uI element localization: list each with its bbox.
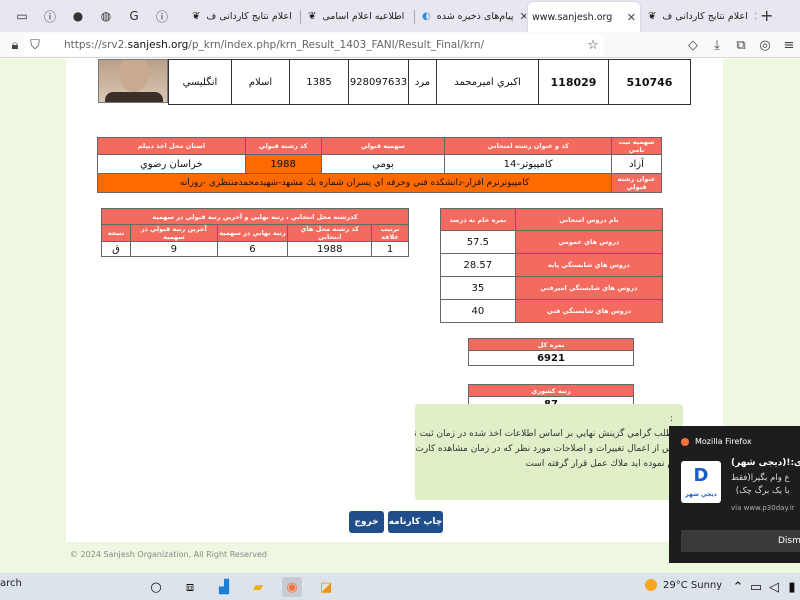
info-icon[interactable]: ⓘ bbox=[40, 6, 60, 26]
close-icon[interactable]: ✕ bbox=[754, 10, 756, 23]
github-icon[interactable]: ● bbox=[68, 6, 88, 26]
weather-widget[interactable]: 29°C Sunny bbox=[645, 579, 722, 591]
tab-divider bbox=[414, 10, 415, 24]
choices-table: كدرشته محل انتخابي ، رتبه نهايي و آخرين … bbox=[101, 208, 409, 257]
table-row: 57.5 دروس هاي عمومي bbox=[440, 230, 664, 254]
volume-icon[interactable]: ◁ bbox=[764, 577, 784, 597]
close-icon[interactable]: ✕ bbox=[627, 11, 636, 24]
network-icon[interactable]: ▭ bbox=[746, 577, 766, 597]
notice-box: : طلب گرامي گزينش نهايي بر اساس اطلاعات … bbox=[415, 404, 683, 500]
tray-chevron-icon[interactable]: ⌃ bbox=[728, 577, 748, 597]
new-tab-icon[interactable]: + bbox=[760, 6, 773, 25]
info-icon-2[interactable]: ⓘ bbox=[152, 6, 172, 26]
close-icon[interactable]: ✕ bbox=[520, 10, 526, 23]
url-text[interactable]: https://srv2.sanjesh.org/p_krn/index.php… bbox=[64, 39, 484, 51]
firefox-taskbar-icon[interactable]: ◉ bbox=[282, 577, 302, 597]
start-circle-icon[interactable]: ○ bbox=[146, 577, 166, 597]
copyright: © 2024 Sanjesh Organization, All Right R… bbox=[70, 550, 267, 559]
sanjesh-icon: ❦ bbox=[192, 10, 201, 22]
total-score-box: نمره كل 6921 bbox=[468, 338, 634, 366]
taskbar: arch ○ ⧈ ▟ ▰ ◉ ◪ 29°C Sunny ⌃ ▭ ◁ ▮ bbox=[0, 573, 800, 600]
tab-results-2[interactable]: ❦ اعلام نتايج كاردانى ف ✕ bbox=[644, 4, 756, 28]
firefox-view-icon[interactable]: ▭ bbox=[12, 6, 32, 26]
dismiss-button[interactable]: Dism bbox=[681, 530, 800, 552]
firefox-notification[interactable]: Mozilla Firefox D ديجي شهر ری:!(دیجی شهر… bbox=[669, 426, 800, 563]
personal-info-table: انگليسي اسلام 1385 928097633 مرد اكبري ا… bbox=[168, 59, 691, 105]
menu-icon[interactable]: ≡ bbox=[780, 36, 798, 54]
sun-icon bbox=[645, 579, 657, 591]
close-icon[interactable]: ✕ bbox=[410, 10, 412, 23]
table-row: 28.57 دروس هاي شايستگي پايه bbox=[440, 253, 664, 277]
extensions-icon[interactable]: ⧉ bbox=[732, 36, 750, 54]
battery-icon[interactable]: ▮ bbox=[782, 577, 800, 597]
major-info-table: استان محل اخذ ديپلم كد رشته قبولي سهميه … bbox=[96, 137, 662, 193]
pocket-icon[interactable]: ◇ bbox=[684, 36, 702, 54]
sanjesh-icon: ❦ bbox=[648, 10, 657, 22]
scores-table: نمره خام به درصد نام دروس امتحاني 57.5 د… bbox=[440, 208, 664, 323]
exit-button[interactable]: خروج bbox=[349, 511, 384, 533]
student-photo bbox=[98, 59, 168, 103]
app-icon[interactable]: ◪ bbox=[316, 577, 336, 597]
table-row: 35 دروس هاي شايستگي اميرفني bbox=[440, 276, 664, 300]
tab-results-1[interactable]: ❦ اعلام نتايج كاردانى ف ✕ bbox=[188, 4, 298, 28]
tab-saved-messages[interactable]: ◐ پیام‌های ذخیره شده ✕ bbox=[418, 4, 526, 28]
firefox-icon bbox=[681, 437, 689, 446]
notification-header: Mozilla Firefox bbox=[681, 437, 752, 446]
navigation-bar: ⛉ https://srv2.sanjesh.org/p_krn/index.p… bbox=[0, 32, 800, 58]
table-row: ق 9 6 1988 1 bbox=[101, 241, 409, 257]
tab-strip: ▭ ⓘ ● ◍ G ⓘ ❦ اعلام نتايج كاردانى ف ✕ ❦ … bbox=[0, 0, 800, 32]
taskbar-search[interactable]: arch bbox=[0, 578, 22, 589]
shield-icon[interactable]: ⛉ bbox=[26, 36, 44, 54]
task-view-icon[interactable]: ⧈ bbox=[180, 577, 200, 597]
sanjesh-icon: ❦ bbox=[308, 10, 317, 22]
tab-sanjesh-active[interactable]: www.sanjesh.org ✕ bbox=[528, 2, 640, 32]
print-report-button[interactable]: چاپ كارنامه bbox=[388, 511, 443, 533]
telegram-icon: ◐ bbox=[422, 10, 431, 22]
paint-icon[interactable]: ▟ bbox=[214, 577, 234, 597]
table-row: 40 دروس هاي شايستگي فني bbox=[440, 299, 664, 323]
url-bar[interactable]: ⛉ https://srv2.sanjesh.org/p_krn/index.p… bbox=[24, 34, 604, 56]
tab-divider bbox=[300, 10, 301, 24]
tab-announcement[interactable]: ❦ اطلاعيه اعلام اسامى ✕ bbox=[304, 4, 412, 28]
digishahr-logo: D ديجي شهر bbox=[681, 461, 721, 503]
lock-icon: 🔒︎ bbox=[11, 37, 19, 53]
google-icon[interactable]: G bbox=[124, 6, 144, 26]
globe-icon[interactable]: ◍ bbox=[96, 6, 116, 26]
folder-icon[interactable]: ▰ bbox=[248, 577, 268, 597]
bookmark-star-icon[interactable]: ☆ bbox=[584, 36, 602, 54]
account-icon[interactable]: ◎ bbox=[756, 36, 774, 54]
download-icon[interactable]: ⤓ bbox=[708, 36, 726, 54]
notification-body: ع وام بگيرا(فقط با يک برگ چک) bbox=[731, 473, 790, 496]
